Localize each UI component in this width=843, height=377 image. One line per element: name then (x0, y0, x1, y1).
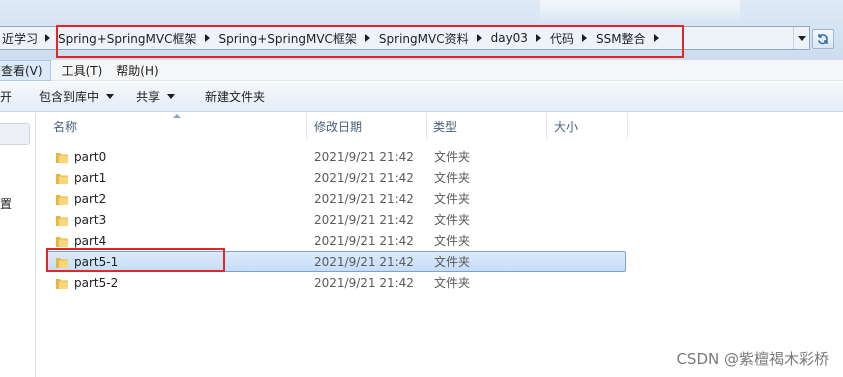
menu-help[interactable]: 帮助(H) (109, 60, 165, 81)
chevron-right-icon[interactable] (580, 34, 590, 42)
open-button-label: 开 (0, 90, 13, 104)
file-date: 2021/9/21 21:42 (314, 191, 414, 206)
menu-tools[interactable]: 工具(T) (55, 60, 110, 81)
include-in-library-button[interactable]: 包含到库中 (30, 85, 123, 109)
file-date: 2021/9/21 21:42 (314, 233, 414, 248)
breadcrumb-label[interactable]: Spring+SpringMVC框架 (54, 30, 202, 47)
file-row[interactable]: part0 2021/9/21 21:42 文件夹 (46, 146, 626, 167)
new-folder-button[interactable]: 新建文件夹 (196, 85, 274, 109)
breadcrumb-label[interactable]: 代码 (546, 30, 580, 47)
file-list: part0 2021/9/21 21:42 文件夹 part1 2021/9/2… (46, 146, 626, 293)
file-type: 文件夹 (434, 192, 471, 206)
chevron-down-icon (167, 94, 176, 99)
refresh-button[interactable] (812, 29, 834, 49)
file-date: 2021/9/21 21:42 (314, 254, 414, 269)
sort-ascending-icon (173, 114, 181, 118)
chevron-right-icon[interactable] (652, 34, 662, 42)
file-row-selected[interactable]: part5-1 2021/9/21 21:42 文件夹 (46, 251, 626, 272)
breadcrumb-arrow-start[interactable] (42, 27, 54, 49)
share-label: 共享 (136, 90, 161, 104)
file-name[interactable]: part2 (74, 192, 106, 206)
file-type: 文件夹 (434, 276, 471, 290)
file-row[interactable]: part4 2021/9/21 21:42 文件夹 (46, 230, 626, 251)
folder-icon (56, 279, 68, 289)
breadcrumb-label[interactable]: day03 (487, 31, 534, 45)
file-type: 文件夹 (434, 234, 471, 248)
breadcrumb-label[interactable]: Spring+SpringMVC框架 (214, 30, 362, 47)
folder-icon (56, 153, 68, 163)
breadcrumb-label[interactable]: SSM整合 (592, 30, 652, 47)
chevron-down-icon[interactable] (793, 27, 809, 49)
folder-icon (56, 195, 68, 205)
file-date: 2021/9/21 21:42 (314, 212, 414, 227)
refresh-icon (817, 34, 828, 45)
breadcrumb-item[interactable]: Spring+SpringMVC框架 (214, 27, 374, 49)
watermark: CSDN @紫檀褐木彩桥 (676, 350, 829, 368)
chevron-down-icon (106, 94, 115, 99)
chevron-right-icon[interactable] (475, 34, 485, 42)
file-name[interactable]: part4 (74, 234, 106, 248)
folder-icon (56, 237, 68, 247)
file-name[interactable]: part0 (74, 150, 106, 164)
breadcrumb-label[interactable]: SpringMVC资料 (375, 30, 475, 47)
file-type: 文件夹 (434, 150, 471, 164)
column-divider[interactable] (627, 113, 628, 139)
nav-selected-item[interactable] (0, 123, 30, 145)
new-folder-label: 新建文件夹 (205, 90, 266, 104)
file-name[interactable]: part1 (74, 171, 106, 185)
address-bar-region: 近学习 Spring+SpringMVC框架 Spring+SpringMVC框… (0, 0, 843, 60)
chevron-right-icon[interactable] (534, 34, 544, 42)
file-date: 2021/9/21 21:42 (314, 170, 414, 185)
file-type: 文件夹 (434, 255, 471, 269)
menu-view[interactable]: 查看(V) (0, 59, 51, 81)
column-header-size[interactable]: 大小 (547, 113, 627, 139)
command-bar: 开 包含到库中 共享 新建文件夹 (0, 82, 843, 112)
breadcrumb-partial[interactable]: 近学习 (0, 30, 42, 47)
column-header-type[interactable]: 类型 (426, 113, 546, 139)
folder-icon (56, 216, 68, 226)
file-row[interactable]: part3 2021/9/21 21:42 文件夹 (46, 209, 626, 230)
navigation-pane[interactable]: 置 (0, 113, 36, 377)
window-glare (540, 0, 740, 22)
file-row[interactable]: part5-2 2021/9/21 21:42 文件夹 (46, 272, 626, 293)
breadcrumb-item[interactable]: SpringMVC资料 (375, 27, 487, 49)
folder-icon (56, 174, 68, 184)
file-type: 文件夹 (434, 213, 471, 227)
file-name[interactable]: part5-1 (74, 255, 118, 269)
file-type: 文件夹 (434, 171, 471, 185)
address-bar[interactable]: 近学习 Spring+SpringMVC框架 Spring+SpringMVC框… (0, 26, 810, 50)
open-button[interactable]: 开 (0, 85, 30, 109)
chevron-right-icon[interactable] (42, 34, 52, 42)
file-row[interactable]: part1 2021/9/21 21:42 文件夹 (46, 167, 626, 188)
breadcrumb-item[interactable]: day03 (487, 27, 546, 49)
file-name[interactable]: part3 (74, 213, 106, 227)
menu-bar: 查看(V) 工具(T) 帮助(H) (0, 59, 843, 81)
nav-item-partial[interactable]: 置 (0, 195, 12, 212)
chevron-right-icon[interactable] (363, 34, 373, 42)
breadcrumb-item[interactable]: Spring+SpringMVC框架 (54, 27, 214, 49)
file-name[interactable]: part5-2 (74, 276, 118, 290)
file-date: 2021/9/21 21:42 (314, 275, 414, 290)
share-button[interactable]: 共享 (127, 85, 184, 109)
file-date: 2021/9/21 21:42 (314, 149, 414, 164)
include-in-library-label: 包含到库中 (39, 90, 100, 104)
chevron-right-icon[interactable] (202, 34, 212, 42)
breadcrumb-item[interactable]: 代码 (546, 27, 592, 49)
breadcrumb-item[interactable]: SSM整合 (592, 27, 664, 49)
file-row[interactable]: part2 2021/9/21 21:42 文件夹 (46, 188, 626, 209)
folder-icon (56, 258, 68, 268)
column-header-date[interactable]: 修改日期 (307, 113, 425, 139)
